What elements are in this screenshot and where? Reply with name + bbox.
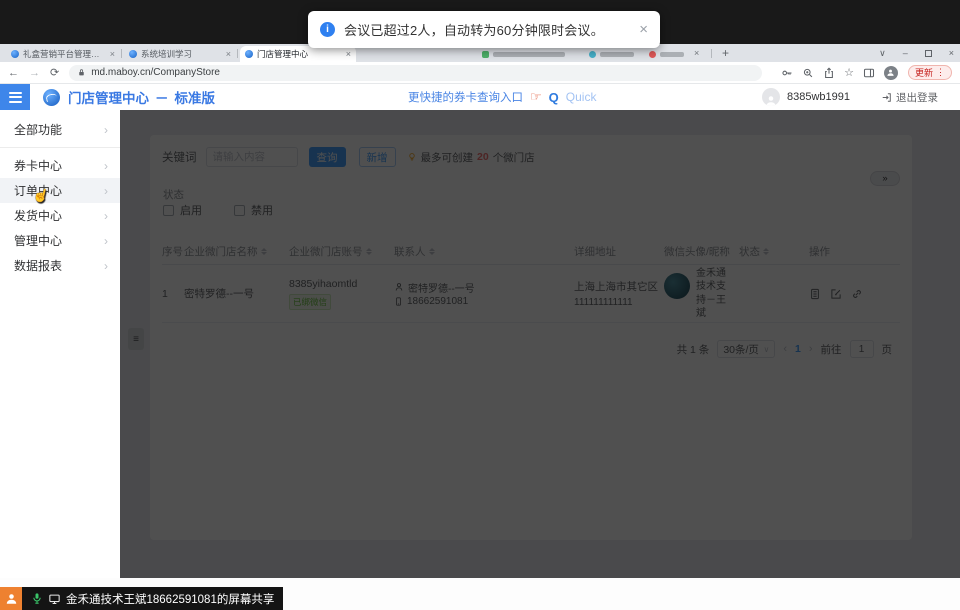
blurred-tab-title [660,52,684,57]
store-page-content: 关键词 查询 新增 最多可创建 20 个微门店 » 状态 [120,110,960,578]
quick-search-label[interactable]: Quick [566,90,597,104]
browser-tab-partially-hidden[interactable] [649,48,689,60]
title-dash: － [155,87,169,107]
drawer-item-coupon-center[interactable]: 券卡中心 › [0,153,120,178]
meeting-notification-text: 会议已超过2人，自动转为60分钟限时会议。 [344,20,604,39]
tab-title: 门店管理中心 [257,48,342,60]
info-icon: i [320,22,335,37]
screen-share-indicator: 金禾通技术王斌18662591081的屏幕共享 [22,587,283,610]
quick-entry-zone: 更快捷的券卡查询入口 ☞ Q Quick [408,89,596,105]
tab-close-icon[interactable]: × [694,48,699,58]
drawer-item-management-center[interactable]: 管理中心 › [0,228,120,253]
bottom-strip: 金禾通技术王斌18662591081的屏幕共享 [0,578,960,610]
chevron-right-icon: › [104,234,108,248]
nav-drawer: 全部功能 › 券卡中心 › 订单中心 › 发货中心 › 管理中心 › 数据报表 [0,110,120,578]
drawer-item-data-report[interactable]: 数据报表 › [0,253,120,278]
drawer-item-order-center[interactable]: 订单中心 › [0,178,120,203]
side-panel-icon[interactable] [863,67,875,79]
share-icon[interactable] [823,67,835,79]
tab-search-icon[interactable]: ∨ [879,49,886,58]
reload-icon[interactable]: ⟳ [50,66,59,79]
drawer-item-label: 数据报表 [14,257,62,274]
tab-title: 系统培训学习 [141,48,222,60]
tab-close-icon[interactable]: × [226,50,231,59]
update-label: 更新 [915,66,933,79]
site-favicon [11,50,19,58]
window-controls: ∨ – × [879,44,954,62]
drawer-item-label: 发货中心 [14,207,62,224]
kebab-menu-icon: ⋮ [936,67,945,78]
quick-search-q-icon[interactable]: Q [549,90,559,105]
site-favicon [482,51,489,58]
coupon-query-entry-link[interactable]: 更快捷的券卡查询入口 [408,89,523,105]
password-key-icon[interactable] [781,67,793,79]
lock-icon [77,67,86,78]
browser-tab-partially-hidden[interactable] [589,48,641,60]
browser-profile-avatar[interactable] [884,66,898,80]
page-title: 门店管理中心 － 标准版 [68,87,215,107]
screen: 礼盒营销平台管理中心 × 系统培训学习 × 门店管理中心 × × + [0,0,960,610]
browser-tab-gift-platform[interactable]: 礼盒营销平台管理中心 × [6,46,120,62]
logout-icon [881,92,892,103]
tab-separator [711,49,712,58]
window-minimize-icon[interactable]: – [903,49,908,58]
modal-dim-overlay[interactable] [120,110,960,578]
banner-close-icon[interactable]: × [639,22,648,37]
browser-tab-training[interactable]: 系统培训学习 × [124,46,236,62]
bookmark-star-icon[interactable]: ☆ [844,66,854,79]
app-logo-icon [43,89,60,106]
app-title-text: 门店管理中心 [68,87,149,107]
browser-tab-partially-hidden[interactable] [482,48,582,60]
chevron-right-icon: › [104,259,108,273]
chevron-right-icon: › [104,159,108,173]
taskbar-app-icon[interactable] [0,587,22,610]
browser-urlbar: ← → ⟳ md.maboy.cn/CompanyStore ☆ [0,62,960,84]
microphone-icon [31,592,43,605]
drawer-item-shipping-center[interactable]: 发货中心 › [0,203,120,228]
blurred-tab-title [493,52,565,57]
window-maximize-icon[interactable] [925,50,932,57]
address-url: md.maboy.cn/CompanyStore [91,67,220,78]
browser-tab-store-center-active[interactable]: 门店管理中心 × [240,46,356,62]
chevron-right-icon: › [104,123,108,137]
site-favicon [245,50,253,58]
user-avatar[interactable] [762,88,780,106]
drawer-divider [0,147,120,148]
chevron-right-icon: › [104,209,108,223]
app-edition: 标准版 [175,87,216,107]
screen-share-text: 金禾通技术王斌18662591081的屏幕共享 [66,591,274,607]
drawer-item-label: 全部功能 [14,121,62,138]
chevron-right-icon: › [104,184,108,198]
username-text: 8385wb1991 [787,91,850,103]
drawer-item-label: 券卡中心 [14,157,62,174]
window-close-icon[interactable]: × [949,49,954,58]
chrome-update-button[interactable]: 更新 ⋮ [908,65,952,80]
new-tab-button[interactable]: + [722,46,729,60]
blurred-tab-title [600,52,634,57]
drawer-item-label: 管理中心 [14,232,62,249]
tab-separator [237,49,238,58]
forward-icon[interactable]: → [29,67,40,79]
user-zone: 8385wb1991 退出登录 [762,88,938,106]
site-favicon [129,50,137,58]
screen-share-icon [48,593,61,605]
address-bar[interactable]: md.maboy.cn/CompanyStore [69,65,762,81]
back-icon[interactable]: ← [8,67,19,79]
site-favicon [589,51,596,58]
tab-close-icon[interactable]: × [110,50,115,59]
logout-label: 退出登录 [896,90,938,105]
pointing-finger-icon: ☞ [530,89,542,105]
app-header: 门店管理中心 － 标准版 更快捷的券卡查询入口 ☞ Q Quick 8385wb… [0,84,960,110]
logout-button[interactable]: 退出登录 [881,90,938,105]
hamburger-menu-button[interactable] [0,84,30,110]
drawer-item-all-functions[interactable]: 全部功能 › [0,117,120,142]
zoom-icon[interactable] [802,67,814,79]
meeting-notification-banner: i 会议已超过2人，自动转为60分钟限时会议。 × [308,11,660,48]
page-body: 全部功能 › 券卡中心 › 订单中心 › 发货中心 › 管理中心 › 数据报表 [0,110,960,578]
tab-separator [121,49,122,58]
site-favicon [649,51,656,58]
tab-close-icon[interactable]: × [346,50,351,59]
tab-title: 礼盒营销平台管理中心 [23,48,106,60]
